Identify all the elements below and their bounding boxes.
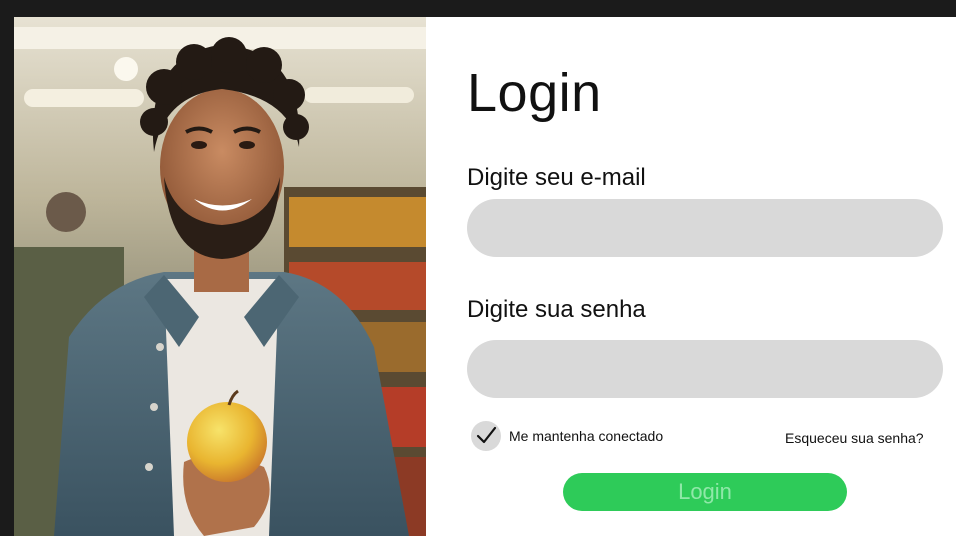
login-button[interactable]: Login <box>563 473 847 511</box>
check-icon <box>476 426 497 444</box>
remember-me-label: Me mantenha conectado <box>509 428 664 444</box>
password-input[interactable] <box>467 340 943 398</box>
window-frame-top <box>0 0 956 17</box>
forgot-password-link[interactable]: Esqueceu sua senha? <box>785 429 924 447</box>
remember-me[interactable]: Me mantenha conectado <box>471 421 663 451</box>
window-frame-left <box>0 0 14 536</box>
page-title: Login <box>467 63 602 123</box>
login-panel: Login Digite seu e-mail Digite sua senha… <box>426 17 956 536</box>
password-label: Digite sua senha <box>467 296 646 323</box>
email-input[interactable] <box>467 199 943 257</box>
hero-photo <box>14 17 426 536</box>
man-holding-apple-image <box>14 17 426 536</box>
remember-me-checkbox[interactable] <box>471 421 501 451</box>
email-label: Digite seu e-mail <box>467 164 646 191</box>
